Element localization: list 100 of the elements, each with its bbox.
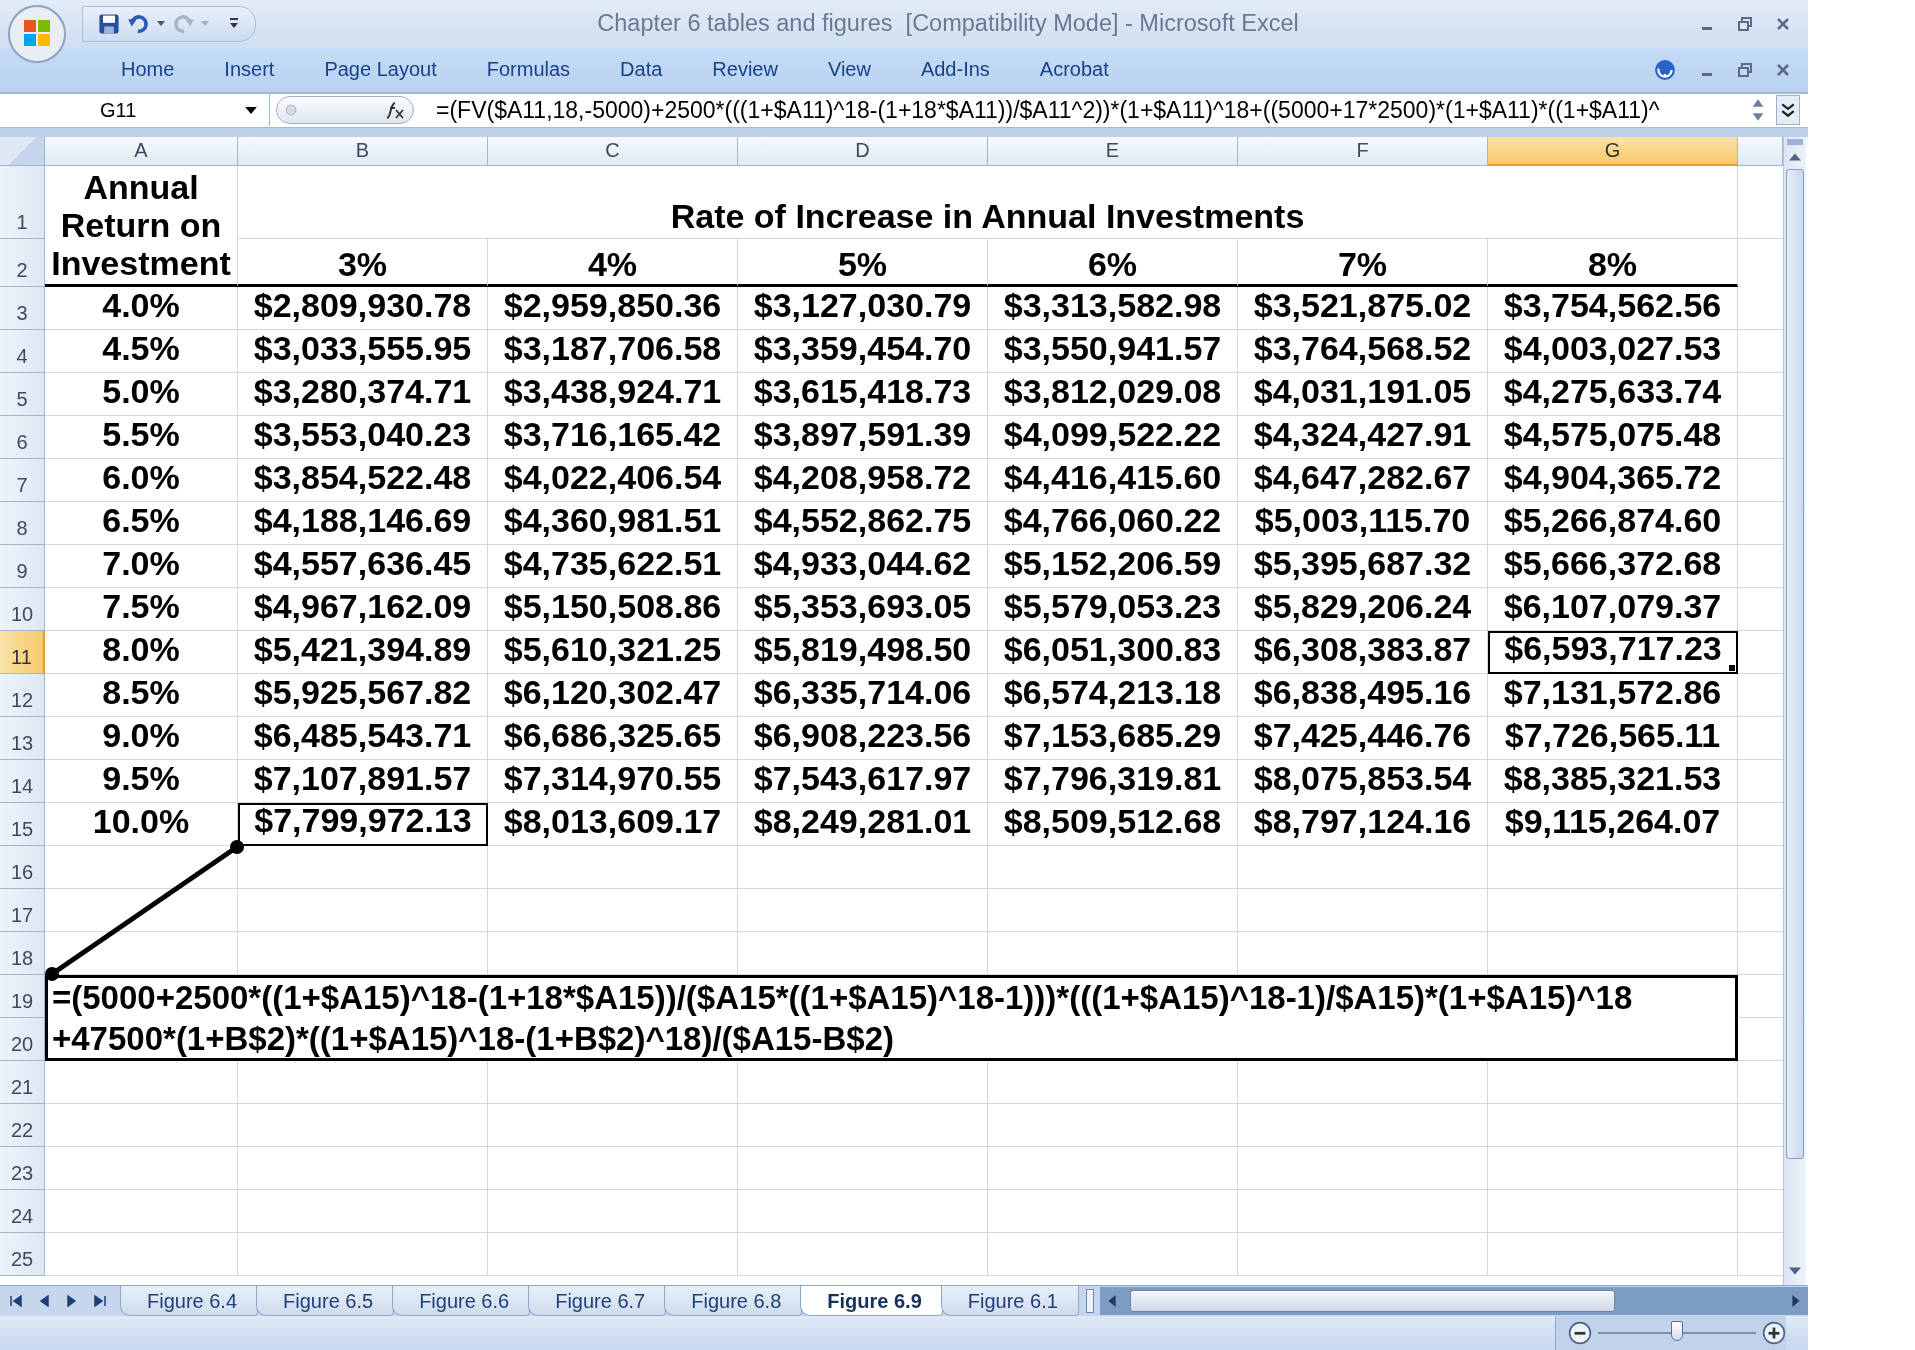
table-cell[interactable]: $4,188,146.69 — [238, 502, 488, 545]
column-header[interactable]: G — [1488, 137, 1738, 166]
row-header[interactable]: 2 — [0, 239, 45, 287]
table-cell[interactable]: $4,031,191.05 — [1238, 373, 1488, 416]
column-header[interactable]: D — [738, 137, 988, 166]
row-header[interactable]: 6 — [0, 416, 45, 459]
table-cell[interactable]: $2,809,930.78 — [238, 287, 488, 330]
table-cell[interactable]: $3,550,941.57 — [988, 330, 1238, 373]
sheet-tab[interactable]: Figure 6.5 — [256, 1286, 395, 1316]
ribbon-tab[interactable]: View — [827, 54, 871, 86]
table-cell[interactable]: $4,022,406.54 — [488, 459, 738, 502]
table-cell[interactable]: $5,152,206.59 — [988, 545, 1238, 588]
table-cell[interactable]: $6,308,383.87 — [1238, 631, 1488, 674]
row-header[interactable]: 5 — [0, 373, 45, 416]
table-cell[interactable]: $7,107,891.57 — [238, 760, 488, 803]
table-cell[interactable]: $4,416,415.60 — [988, 459, 1238, 502]
table-cell[interactable]: $4,735,622.51 — [488, 545, 738, 588]
help-icon[interactable] — [1654, 58, 1676, 81]
table-cell[interactable]: $8,075,853.54 — [1238, 760, 1488, 803]
table-cell[interactable]: $6,593,717.23 — [1488, 631, 1738, 674]
sheet-tab[interactable]: Figure 6.9 — [800, 1286, 943, 1316]
row-header[interactable]: 20 — [0, 1018, 45, 1061]
row-header[interactable]: 23 — [0, 1147, 45, 1190]
table-cell[interactable]: $8,797,124.16 — [1238, 803, 1488, 846]
table-cell[interactable]: $6,485,543.71 — [238, 717, 488, 760]
sheet-tab[interactable]: Figure 6.4 — [120, 1286, 259, 1316]
table-cell[interactable]: $8,509,512.68 — [988, 803, 1238, 846]
row-header[interactable]: 1 — [0, 166, 45, 239]
scroll-right-icon[interactable] — [1792, 1295, 1800, 1307]
expand-icon[interactable] — [1776, 95, 1800, 126]
table-cell[interactable]: $8,385,321.53 — [1488, 760, 1738, 803]
ribbon-tab[interactable]: Review — [712, 54, 778, 86]
table-cell[interactable]: $4,647,282.67 — [1238, 459, 1488, 502]
table-cell[interactable]: $7,314,970.55 — [488, 760, 738, 803]
last-sheet-icon[interactable] — [94, 1295, 106, 1307]
table-cell[interactable]: $7,543,617.97 — [738, 760, 988, 803]
table-cell[interactable]: $4,552,862.75 — [738, 502, 988, 545]
row-header[interactable]: 3 — [0, 287, 45, 330]
table-cell[interactable]: $3,127,030.79 — [738, 287, 988, 330]
column-header[interactable]: B — [238, 137, 488, 166]
table-cell[interactable]: $5,666,372.68 — [1488, 545, 1738, 588]
table-cell[interactable]: $5,266,874.60 — [1488, 502, 1738, 545]
caret-icon[interactable] — [245, 106, 257, 114]
row-header[interactable]: 19 — [0, 975, 45, 1018]
horizontal-scrollbar[interactable] — [1100, 1287, 1808, 1315]
table-cell[interactable]: $4,967,162.09 — [238, 588, 488, 631]
table-cell[interactable]: $5,421,394.89 — [238, 631, 488, 674]
table-cell[interactable]: $3,716,165.42 — [488, 416, 738, 459]
tab-split-handle[interactable] — [1086, 1289, 1094, 1313]
row-header[interactable]: 14 — [0, 760, 45, 803]
sheet-tab[interactable]: Figure 6.6 — [392, 1286, 531, 1316]
table-cell[interactable]: $7,153,685.29 — [988, 717, 1238, 760]
table-cell[interactable]: $6,686,325.65 — [488, 717, 738, 760]
table-cell[interactable]: $5,579,053.23 — [988, 588, 1238, 631]
table-cell[interactable]: $3,521,875.02 — [1238, 287, 1488, 330]
restore-icon[interactable] — [1738, 16, 1752, 31]
row-header[interactable]: 11 — [0, 631, 45, 674]
vertical-scrollbar[interactable] — [1783, 137, 1806, 1285]
row-header[interactable]: 15 — [0, 803, 45, 846]
row-header[interactable]: 7 — [0, 459, 45, 502]
close-icon[interactable] — [1776, 62, 1790, 77]
table-cell[interactable]: $5,353,693.05 — [738, 588, 988, 631]
table-cell[interactable]: $4,099,522.22 — [988, 416, 1238, 459]
sheet-tab[interactable]: Figure 6.8 — [664, 1286, 803, 1316]
table-cell[interactable]: $5,150,508.86 — [488, 588, 738, 631]
column-header[interactable]: A — [45, 137, 238, 166]
zoom-out-icon[interactable] — [1568, 1321, 1592, 1345]
table-cell[interactable]: $4,766,060.22 — [988, 502, 1238, 545]
table-cell[interactable]: $4,324,427.91 — [1238, 416, 1488, 459]
table-cell[interactable]: $5,395,687.32 — [1238, 545, 1488, 588]
table-cell[interactable]: $4,360,981.51 — [488, 502, 738, 545]
table-cell[interactable]: $4,933,044.62 — [738, 545, 988, 588]
row-header[interactable]: 21 — [0, 1061, 45, 1104]
column-header[interactable]: F — [1238, 137, 1488, 166]
table-cell[interactable]: $3,187,706.58 — [488, 330, 738, 373]
table-cell[interactable]: $6,908,223.56 — [738, 717, 988, 760]
table-cell[interactable]: $2,959,850.36 — [488, 287, 738, 330]
restore-icon[interactable] — [1738, 62, 1752, 77]
table-cell[interactable]: $7,799,972.13 — [238, 803, 488, 846]
ribbon-tab[interactable]: Add-Ins — [920, 54, 990, 86]
sheet-tab[interactable]: Figure 6.7 — [528, 1286, 667, 1316]
row-header[interactable]: 4 — [0, 330, 45, 373]
table-cell[interactable]: $5,819,498.50 — [738, 631, 988, 674]
table-cell[interactable]: $6,574,213.18 — [988, 674, 1238, 717]
customize-icon[interactable] — [229, 17, 239, 30]
table-cell[interactable]: $4,557,636.45 — [238, 545, 488, 588]
first-sheet-icon[interactable] — [10, 1295, 22, 1307]
sheet-tab[interactable]: Figure 6.1 — [940, 1286, 1079, 1316]
row-header[interactable]: 24 — [0, 1190, 45, 1233]
row-header[interactable]: 25 — [0, 1233, 45, 1276]
row-header[interactable]: 12 — [0, 674, 45, 717]
table-cell[interactable]: $8,249,281.01 — [738, 803, 988, 846]
save-icon[interactable] — [97, 11, 121, 36]
row-header[interactable]: 16 — [0, 846, 45, 889]
zoom-slider-thumb[interactable] — [1671, 1321, 1683, 1341]
table-cell[interactable]: $3,359,454.70 — [738, 330, 988, 373]
table-cell[interactable]: $7,425,446.76 — [1238, 717, 1488, 760]
table-cell[interactable]: $4,003,027.53 — [1488, 330, 1738, 373]
row-header[interactable]: 9 — [0, 545, 45, 588]
table-cell[interactable]: $4,904,365.72 — [1488, 459, 1738, 502]
